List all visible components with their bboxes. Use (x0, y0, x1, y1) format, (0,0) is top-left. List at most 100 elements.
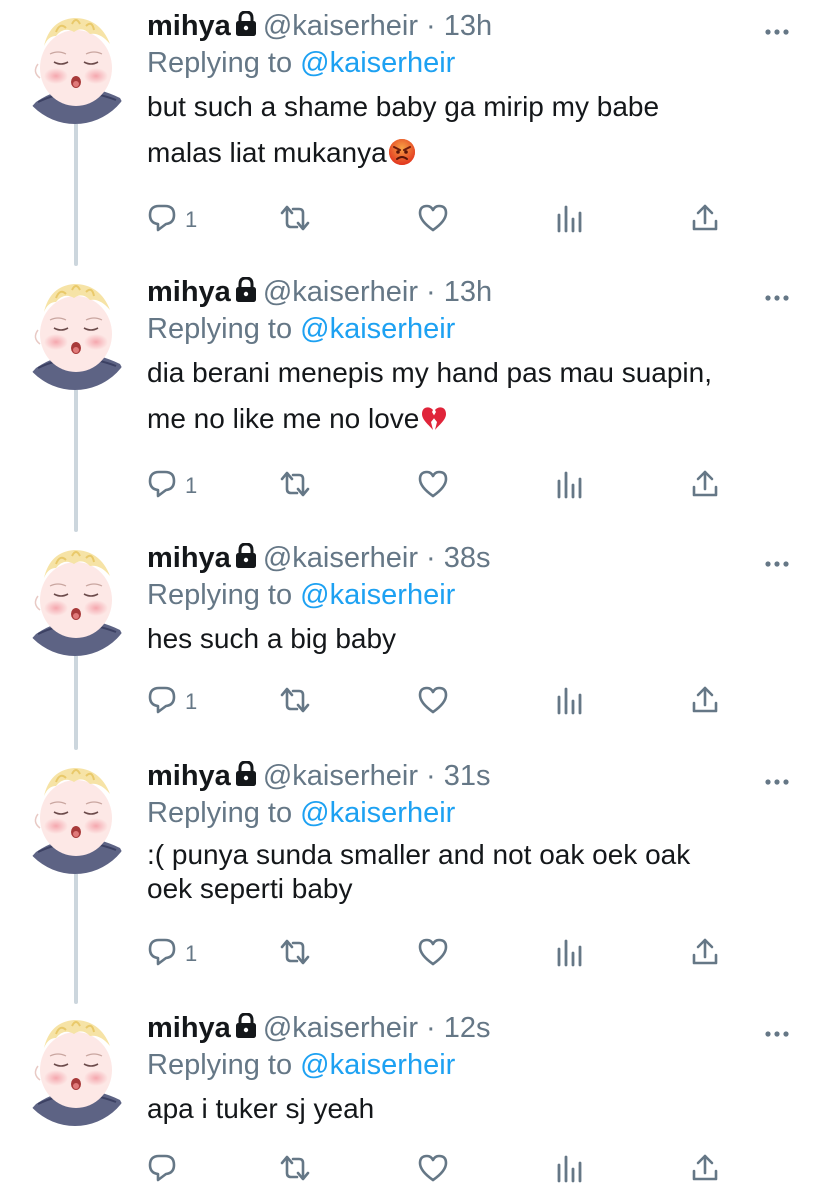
like-icon (417, 685, 449, 720)
share-icon (690, 203, 720, 238)
like-icon (417, 937, 449, 972)
like-button[interactable] (417, 682, 449, 722)
retweet-button[interactable] (279, 934, 311, 974)
separator: · (426, 760, 436, 792)
separator: · (426, 10, 436, 42)
tweet-header: mihya @kaiserheir · 31s (147, 756, 790, 796)
display-name[interactable]: mihya (147, 760, 231, 792)
user-handle[interactable]: @kaiserheir (263, 760, 418, 792)
tweet-text: dia berani menepis my hand pas mau suapi… (147, 350, 790, 446)
analytics-button[interactable] (555, 466, 583, 506)
avatar[interactable] (16, 6, 134, 124)
replying-to: Replying to @kaiserheir (147, 46, 790, 80)
reply-button[interactable]: 1 (147, 682, 197, 722)
tweet-text: but such a shame baby ga mirip my babe m… (147, 84, 790, 180)
share-icon (690, 685, 720, 720)
user-handle[interactable]: @kaiserheir (263, 542, 418, 574)
more-icon[interactable] (764, 8, 790, 35)
analytics-button[interactable] (555, 934, 583, 974)
tweet-text-body: hes such a big baby (147, 623, 397, 654)
reply-button[interactable]: 1 (147, 934, 197, 974)
separator: · (426, 542, 436, 574)
user-handle[interactable]: @kaiserheir (263, 10, 418, 42)
more-icon[interactable] (764, 540, 790, 567)
more-icon[interactable] (764, 1010, 790, 1037)
like-button[interactable] (417, 1150, 449, 1190)
retweet-button[interactable] (279, 466, 311, 506)
share-icon (690, 1153, 720, 1188)
analytics-icon (555, 1153, 583, 1188)
analytics-button[interactable] (555, 682, 583, 722)
replying-prefix: Replying to (147, 1049, 293, 1081)
reply-button[interactable]: 1 (147, 466, 197, 506)
replying-to: Replying to @kaiserheir (147, 796, 790, 830)
timestamp[interactable]: 12s (444, 1012, 491, 1044)
timestamp[interactable]: 13h (444, 10, 492, 42)
replying-to-link[interactable]: @kaiserheir (300, 797, 455, 829)
replying-to-link[interactable]: @kaiserheir (300, 313, 455, 345)
display-name[interactable]: mihya (147, 276, 231, 308)
replying-to-link[interactable]: @kaiserheir (300, 1049, 455, 1081)
lock-icon (235, 540, 257, 580)
reply-icon (147, 937, 177, 972)
tweet-actions: 1 (147, 682, 747, 722)
avatar[interactable] (16, 538, 134, 656)
avatar[interactable] (16, 756, 134, 874)
retweet-icon (279, 469, 311, 504)
like-button[interactable] (417, 934, 449, 974)
retweet-icon (279, 685, 311, 720)
replying-to-link[interactable]: @kaiserheir (300, 47, 455, 79)
reply-button[interactable]: 1 (147, 200, 197, 240)
analytics-button[interactable] (555, 1150, 583, 1190)
tweet-text: hes such a big baby (147, 616, 790, 662)
replying-to-link[interactable]: @kaiserheir (300, 579, 455, 611)
timestamp[interactable]: 13h (444, 276, 492, 308)
tweet-header: mihya @kaiserheir · 13h (147, 6, 790, 46)
reply-count: 1 (185, 941, 198, 966)
reply-button[interactable] (147, 1150, 185, 1190)
avatar[interactable] (16, 272, 134, 390)
retweet-button[interactable] (279, 200, 311, 240)
share-button[interactable] (690, 934, 720, 974)
retweet-icon (279, 203, 311, 238)
reply-count: 1 (185, 207, 198, 232)
retweet-button[interactable] (279, 1150, 311, 1190)
analytics-button[interactable] (555, 200, 583, 240)
analytics-icon (555, 203, 583, 238)
like-button[interactable] (417, 466, 449, 506)
replying-to: Replying to @kaiserheir (147, 312, 790, 346)
retweet-button[interactable] (279, 682, 311, 722)
share-icon (690, 937, 720, 972)
tweet-actions: 1 (147, 200, 747, 240)
like-button[interactable] (417, 200, 449, 240)
like-icon (417, 1153, 449, 1188)
share-button[interactable] (690, 1150, 720, 1190)
replying-prefix: Replying to (147, 579, 293, 611)
more-icon[interactable] (764, 274, 790, 301)
tweet-header: mihya @kaiserheir · 13h (147, 272, 790, 312)
timestamp[interactable]: 31s (444, 760, 491, 792)
replying-prefix: Replying to (147, 313, 293, 345)
share-button[interactable] (690, 200, 720, 240)
lock-icon (235, 758, 257, 798)
user-handle[interactable]: @kaiserheir (263, 1012, 418, 1044)
timestamp[interactable]: 38s (444, 542, 491, 574)
more-icon[interactable] (764, 758, 790, 785)
display-name[interactable]: mihya (147, 542, 231, 574)
tweet-header: mihya @kaiserheir · 12s (147, 1008, 790, 1048)
retweet-icon (279, 937, 311, 972)
user-handle[interactable]: @kaiserheir (263, 276, 418, 308)
reply-icon (147, 685, 177, 720)
share-button[interactable] (690, 682, 720, 722)
tweet-actions: 1 (147, 466, 747, 506)
share-button[interactable] (690, 466, 720, 506)
display-name[interactable]: mihya (147, 10, 231, 42)
analytics-icon (555, 937, 583, 972)
tweet-text: apa i tuker sj yeah (147, 1086, 790, 1132)
thread-line (74, 118, 78, 266)
replying-prefix: Replying to (147, 47, 293, 79)
reply-icon (147, 203, 177, 238)
display-name[interactable]: mihya (147, 1012, 231, 1044)
replying-to: Replying to @kaiserheir (147, 578, 790, 612)
avatar[interactable] (16, 1008, 134, 1126)
